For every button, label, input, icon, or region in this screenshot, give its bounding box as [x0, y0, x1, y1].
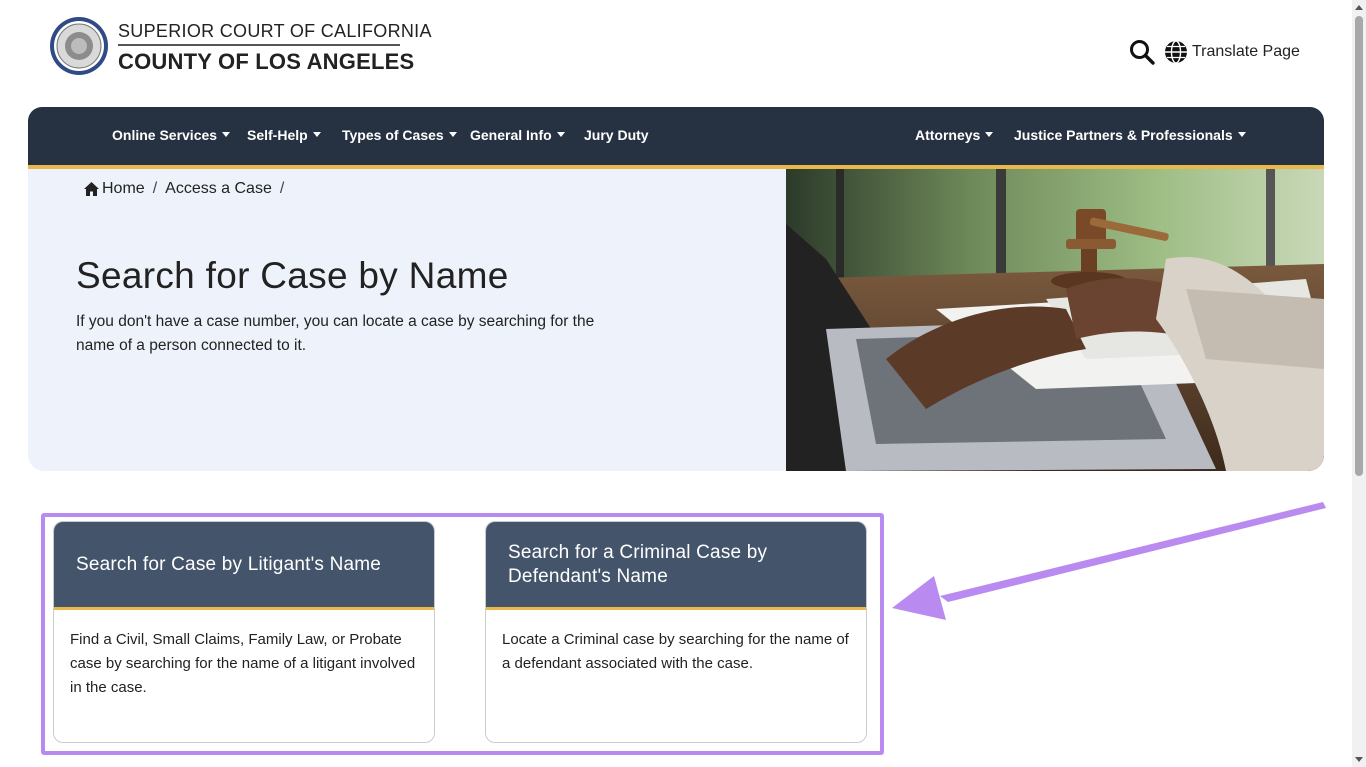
caret-down-icon — [985, 131, 994, 137]
defendant-card-description: Locate a Criminal case by searching for … — [502, 631, 849, 672]
nav-general-info[interactable]: General Info — [470, 127, 565, 143]
translate-page-button[interactable]: Translate Page — [1164, 40, 1300, 64]
caret-down-icon — [1237, 131, 1246, 137]
site-header: SUPERIOR COURT OF CALIFORNIA COUNTY OF L… — [0, 0, 1352, 107]
page-description: If you don't have a case number, you can… — [76, 313, 595, 354]
nav-justice-partners[interactable]: Justice Partners & Professionals — [1014, 127, 1246, 143]
court-title-bottom: COUNTY OF LOS ANGELES — [118, 48, 415, 74]
translate-label: Translate Page — [1192, 43, 1300, 60]
litigant-name-card[interactable]: Search for Case by Litigant's Name Find … — [53, 521, 435, 743]
court-title-top: SUPERIOR COURT OF CALIFORNIA — [118, 21, 432, 41]
search-icon[interactable] — [1128, 38, 1156, 66]
nav-online-services[interactable]: Online Services — [112, 127, 231, 143]
scroll-up-icon[interactable] — [1355, 5, 1363, 10]
breadcrumb-separator: / — [279, 180, 285, 197]
nav-label: Types of Cases — [342, 127, 444, 143]
scroll-down-icon[interactable] — [1355, 757, 1363, 762]
breadcrumb-separator: / — [152, 180, 158, 197]
home-icon[interactable] — [84, 182, 99, 196]
court-seal-icon[interactable] — [49, 16, 109, 76]
caret-down-icon — [312, 131, 321, 137]
header-tools: Translate Page — [1128, 38, 1300, 66]
nav-self-help[interactable]: Self-Help — [247, 127, 321, 143]
defendant-name-card[interactable]: Search for a Criminal Case by Defendant'… — [485, 521, 867, 743]
nav-attorneys[interactable]: Attorneys — [915, 127, 994, 143]
defendant-card-title[interactable]: Search for a Criminal Case by Defendant'… — [486, 522, 866, 610]
breadcrumb-home[interactable]: Home — [102, 180, 145, 198]
breadcrumb-access-a-case[interactable]: Access a Case — [165, 180, 272, 198]
caret-down-icon — [556, 131, 565, 137]
title-divider — [118, 44, 400, 46]
globe-icon — [1165, 40, 1187, 64]
breadcrumb: Home / Access a Case / — [84, 180, 292, 198]
annotation-arrow-icon — [892, 502, 1326, 620]
nav-label: Attorneys — [915, 127, 981, 143]
nav-label: General Info — [470, 127, 552, 143]
scrollbar-thumb[interactable] — [1355, 16, 1363, 476]
main-nav: Online Services Self-Help Types of Cases… — [28, 107, 1324, 169]
caret-down-icon — [222, 131, 231, 137]
hero-banner: Home / Access a Case / Search for Case b… — [28, 169, 1324, 471]
page-scrollbar[interactable] — [1352, 0, 1366, 767]
page-title: Search for Case by Name — [76, 255, 509, 296]
litigant-card-description: Find a Civil, Small Claims, Family Law, … — [70, 631, 416, 696]
nav-label: Self-Help — [247, 127, 308, 143]
hero-image-laptop-gavel — [786, 169, 1324, 471]
nav-label: Jury Duty — [584, 127, 649, 143]
court-title[interactable]: SUPERIOR COURT OF CALIFORNIA COUNTY OF L… — [118, 20, 432, 75]
litigant-card-title[interactable]: Search for Case by Litigant's Name — [54, 522, 434, 610]
nav-jury-duty[interactable]: Jury Duty — [584, 127, 649, 143]
nav-label: Online Services — [112, 127, 218, 143]
caret-down-icon — [448, 131, 457, 137]
nav-label: Justice Partners & Professionals — [1014, 127, 1233, 143]
nav-types-of-cases[interactable]: Types of Cases — [342, 127, 457, 143]
